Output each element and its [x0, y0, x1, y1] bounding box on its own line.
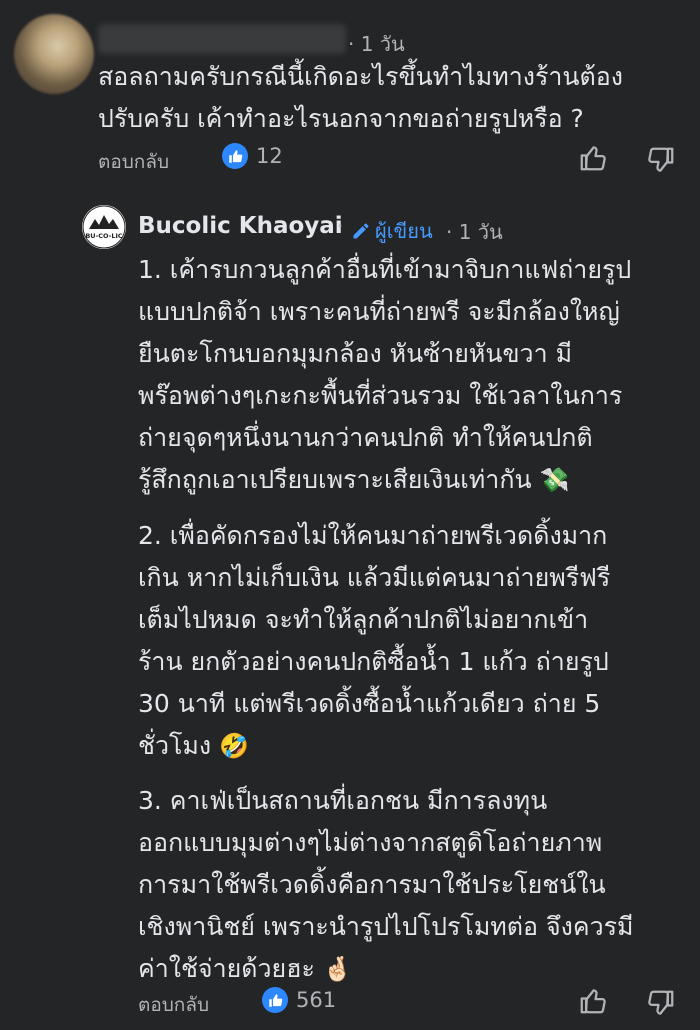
- reply-paragraph-3: 3. คาเฟ่เป็นสถานที่เอกชน มีการลงทุน ออกแ…: [138, 780, 634, 990]
- reply-button[interactable]: ตอบกลับ: [98, 147, 169, 177]
- reaction-count-value: 12: [256, 144, 283, 168]
- author-name-redacted[interactable]: [98, 24, 346, 54]
- downvote-icon[interactable]: [646, 988, 676, 1018]
- author-badge: ผู้เขียน: [351, 215, 433, 247]
- author-name[interactable]: Bucolic Khaoyai: [138, 213, 343, 239]
- reply-button[interactable]: ตอบกลับ: [138, 990, 209, 1020]
- crossed-fingers-emoji: 🤞🏻: [322, 955, 353, 983]
- avatar[interactable]: BU-CO-LIC: [82, 205, 126, 249]
- avatar[interactable]: [14, 14, 94, 94]
- paragraph-text: 2. เพื่อคัดกรองไม่ให้คนมาถ่ายพรีเวดดิ้งม…: [138, 521, 611, 760]
- author-badge-label: ผู้เขียน: [375, 219, 433, 243]
- upvote-icon[interactable]: [578, 986, 608, 1016]
- comment-time: · 1 วัน: [446, 220, 503, 244]
- money-wings-emoji: 💸: [539, 466, 570, 494]
- thumbs-up-icon: [222, 143, 248, 169]
- reaction-count-value: 561: [296, 988, 337, 1012]
- thumbs-up-icon: [262, 987, 288, 1013]
- paragraph-text: 3. คาเฟ่เป็นสถานที่เอกชน มีการลงทุน ออกแ…: [138, 786, 634, 983]
- avatar-text: BU-CO-LIC: [85, 232, 123, 240]
- paragraph-text: 1. เค้ารบกวนลูกค้าอื่นที่เข้ามาจิบกาแฟถ่…: [138, 255, 632, 494]
- rolling-laughing-emoji: 🤣: [219, 732, 249, 760]
- upvote-icon[interactable]: [578, 143, 608, 173]
- comment-text: สอลถามครับกรณีนี้เกิดอะไรขึ้นทำไมทางร้าน…: [98, 62, 623, 133]
- bucolic-logo-icon: BU-CO-LIC: [82, 205, 126, 249]
- separator: ·: [337, 214, 344, 238]
- downvote-icon[interactable]: [646, 145, 676, 175]
- pencil-icon: [353, 223, 369, 239]
- reaction-count[interactable]: 561: [262, 987, 336, 1013]
- reply-paragraph-2: 2. เพื่อคัดกรองไม่ให้คนมาถ่ายพรีเวดดิ้งม…: [138, 515, 610, 767]
- reaction-count[interactable]: 12: [222, 143, 283, 169]
- reply-paragraph-1: 1. เค้ารบกวนลูกค้าอื่นที่เข้ามาจิบกาแฟถ่…: [138, 249, 631, 501]
